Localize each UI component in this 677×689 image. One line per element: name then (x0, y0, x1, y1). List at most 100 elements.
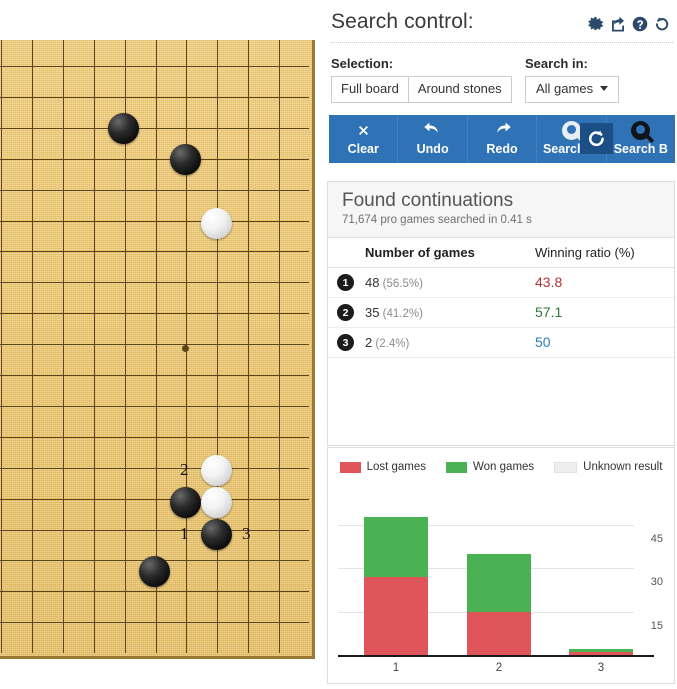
rank-badge: 3 (337, 334, 354, 351)
search-toolbar[interactable]: Clear Undo Redo Search W Search B (329, 115, 675, 163)
black-stone (169, 143, 201, 175)
search-black-button-label: Search B (613, 142, 668, 156)
undo-arrow-icon (398, 120, 466, 140)
results-rows[interactable]: 1 48 (56.5%) 43.8 2 35 (41.2%) 57.1 3 2 (2.4%) 5… (328, 268, 674, 358)
chart-bar[interactable] (467, 554, 531, 655)
grid-line-horizontal (0, 437, 309, 438)
results-title: Found continuations (342, 190, 514, 211)
results-header: Found continuations 71,674 pro games sea… (328, 182, 674, 238)
clear-button-label: Clear (347, 142, 379, 156)
redo-button[interactable]: Redo (468, 115, 538, 163)
star-point (182, 345, 189, 352)
search-in-label: Search in: (525, 56, 588, 71)
results-subtitle: 71,674 pro games searched in 0.41 s (342, 214, 532, 226)
legend-swatch (339, 461, 361, 473)
results-column-headers: Number of games Winning ratio (%) (328, 238, 674, 268)
black-stone (107, 112, 139, 144)
search-in-value: All games (536, 81, 594, 96)
go-board[interactable]: 1 2 3 (0, 40, 315, 659)
table-row[interactable]: 3 2 (2.4%) 50 (328, 328, 674, 358)
selection-button-group[interactable]: Full board Around stones (331, 76, 512, 103)
grid-line-horizontal (0, 190, 309, 191)
winning-ratio-cell: 43.8 (535, 274, 563, 290)
grid-line-horizontal (0, 128, 309, 129)
page-title: Search control: (331, 10, 474, 33)
clear-button[interactable]: Clear (329, 115, 399, 163)
grid-line-vertical (63, 40, 64, 653)
column-header-number-of-games: Number of games (365, 245, 475, 260)
table-row[interactable]: 2 35 (41.2%) 57.1 (328, 298, 674, 328)
redo-button-label: Redo (486, 142, 518, 156)
rank-badge: 1 (337, 274, 354, 291)
selection-full-board-button[interactable]: Full board (331, 76, 409, 103)
reset-icon[interactable] (654, 16, 670, 32)
grid-line-vertical (32, 40, 33, 653)
grid-line-horizontal (0, 221, 309, 222)
grid-line-vertical (94, 40, 95, 653)
games-cell: 35 (41.2%) (365, 305, 423, 320)
bar-segment-lost (364, 577, 428, 655)
loading-spinner-icon (580, 123, 613, 154)
grid-line-vertical (248, 40, 249, 653)
white-stone (200, 207, 232, 239)
grid-line-horizontal (0, 344, 309, 345)
selection-around-stones-button[interactable]: Around stones (408, 76, 512, 103)
share-icon[interactable] (610, 16, 626, 32)
grid-line-horizontal (0, 251, 309, 252)
chart-x-axis (338, 655, 654, 657)
legend-label: Lost games (366, 461, 427, 473)
continuation-marker-2[interactable]: 2 (180, 461, 189, 478)
legend-swatch (554, 461, 578, 473)
found-continuations-panel: Found continuations 71,674 pro games sea… (327, 181, 675, 446)
white-stone (200, 486, 232, 518)
chart-legend: Lost games Won games Unknown result (328, 461, 674, 473)
chart-plot-area: 45 30 15 1 2 3 (328, 489, 674, 683)
y-axis-tick-label: 15 (650, 619, 663, 632)
x-axis-tick-label: 3 (597, 662, 605, 674)
gear-icon[interactable] (588, 16, 604, 32)
search-in-dropdown[interactable]: All games (525, 76, 620, 103)
grid-line-horizontal (0, 282, 309, 283)
white-stone (200, 454, 232, 486)
legend-item: Won games (446, 461, 534, 473)
search-black-button[interactable]: Search B (607, 115, 675, 163)
header-icon-group[interactable] (588, 16, 670, 32)
y-axis-tick-label: 30 (650, 576, 663, 589)
bar-segment-lost (467, 611, 531, 655)
undo-button-label: Undo (416, 142, 449, 156)
column-header-winning-ratio: Winning ratio (%) (535, 245, 635, 260)
grid-line-vertical (279, 40, 280, 653)
chart-bar[interactable] (364, 516, 428, 655)
black-stone (138, 555, 170, 587)
grid-line-horizontal (0, 622, 309, 623)
grid-line-horizontal (0, 591, 309, 592)
header-divider (331, 42, 673, 44)
legend-swatch (446, 461, 468, 473)
grid-line-horizontal (0, 468, 309, 469)
undo-button[interactable]: Undo (398, 115, 468, 163)
bar-segment-won (364, 516, 428, 578)
x-axis-tick-label: 1 (392, 662, 400, 674)
continuation-marker-3[interactable]: 3 (242, 525, 251, 542)
table-row[interactable]: 1 48 (56.5%) 43.8 (328, 268, 674, 298)
black-stone (200, 518, 232, 550)
legend-label: Unknown result (583, 461, 663, 473)
grid-line-horizontal (0, 499, 309, 500)
grid-line-horizontal (0, 406, 309, 407)
legend-label: Won games (473, 461, 535, 473)
x-axis-tick-label: 2 (495, 662, 503, 674)
magnifier-black-icon (607, 120, 675, 140)
grid-line-horizontal (0, 530, 309, 531)
help-icon[interactable] (632, 16, 648, 32)
rank-badge: 2 (337, 304, 354, 321)
games-cell: 48 (56.5%) (365, 275, 423, 290)
continuation-marker-1[interactable]: 1 (180, 525, 189, 542)
selection-label: Selection: (331, 56, 394, 71)
grid-line-horizontal (0, 159, 309, 160)
close-icon (329, 120, 397, 140)
games-cell: 2 (2.4%) (365, 335, 410, 350)
winning-ratio-cell: 50 (535, 334, 551, 350)
grid-line-horizontal (0, 97, 309, 98)
legend-item: Lost games (339, 461, 427, 473)
black-stone (169, 486, 201, 518)
